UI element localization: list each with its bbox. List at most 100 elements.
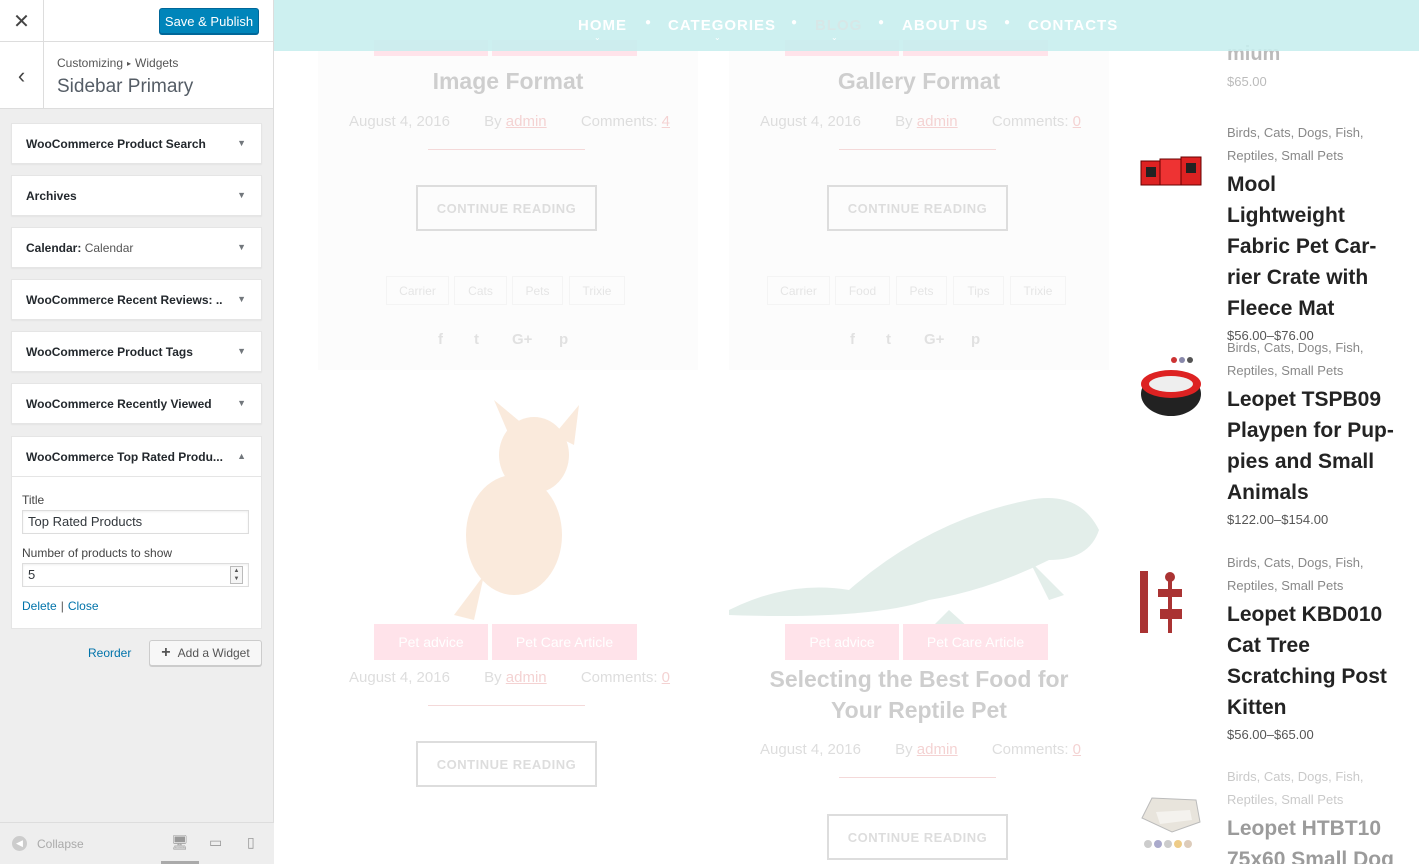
expand-arrow-icon[interactable]: ▼: [237, 294, 246, 304]
product-name[interactable]: Mool Lightweight Fabric Pet Car-rier Crat…: [1227, 169, 1397, 324]
post-date[interactable]: August 4, 2016: [349, 113, 450, 130]
section-header: ‹ Customizing ▸ Widgets Sidebar Primary: [0, 42, 273, 109]
expand-arrow-icon[interactable]: ▼: [237, 138, 246, 148]
continue-reading-button[interactable]: CONTINUE READING: [827, 185, 1008, 231]
twitter-icon[interactable]: t: [474, 331, 479, 348]
product-name-line: Cat Tree: [1227, 634, 1310, 657]
delete-link[interactable]: Delete: [22, 599, 57, 613]
continue-reading-button[interactable]: CONTINUE READING: [416, 185, 597, 231]
post-tag[interactable]: Food: [835, 276, 890, 305]
category-tag[interactable]: Pet Care Article: [903, 624, 1048, 660]
product-categories[interactable]: Birds, Cats, Dogs, Fish, Reptiles, Small …: [1227, 765, 1397, 811]
post-title[interactable]: Image Format: [318, 68, 698, 95]
post-tag[interactable]: Trixie: [1010, 276, 1066, 305]
expand-arrow-icon[interactable]: ▼: [237, 398, 246, 408]
post-tag[interactable]: Pets: [512, 276, 563, 305]
playpen-image[interactable]: [1138, 354, 1204, 420]
iguana-image[interactable]: [729, 460, 1109, 630]
post-author[interactable]: admin: [917, 113, 958, 130]
post-tag[interactable]: Cats: [454, 276, 507, 305]
post-date[interactable]: August 4, 2016: [760, 113, 861, 130]
dog-bed-image[interactable]: [1138, 788, 1204, 854]
widget-label: WooCommerce Product Search: [26, 136, 206, 151]
product-name[interactable]: Leopet KBD010 Cat Tree Scratching Post Kitt…: [1227, 599, 1397, 723]
product-name-line: rier Crate with: [1227, 266, 1369, 289]
desktop-preview-icon[interactable]: 🖥: [171, 834, 189, 851]
category-tag[interactable]: Pet Care Article: [492, 624, 637, 660]
count-input[interactable]: 5 ▲ ▼: [22, 563, 249, 587]
post-title-line1[interactable]: Selecting the Best Food for: [729, 666, 1109, 693]
cat-tree-image[interactable]: [1138, 569, 1204, 635]
widget-product-tags[interactable]: WooCommerce Product Tags ▼: [11, 331, 262, 372]
close-link[interactable]: Close: [68, 599, 99, 613]
post-meta: August 4, 2016 By admin Comments: 0: [760, 113, 1081, 130]
post-tag[interactable]: Carrier: [767, 276, 830, 305]
widget-recently-viewed[interactable]: WooCommerce Recently Viewed ▼: [11, 383, 262, 424]
pinterest-icon[interactable]: p: [559, 331, 568, 348]
post-comments-count[interactable]: 4: [662, 113, 670, 130]
post-comments-count[interactable]: 0: [1073, 741, 1081, 758]
widget-label-main: Calendar:: [26, 240, 82, 255]
widget-header[interactable]: WooCommerce Top Rated Produ... ▲: [12, 437, 261, 477]
save-publish-button[interactable]: Save & Publish: [159, 8, 259, 34]
number-spinner-icon[interactable]: ▲ ▼: [230, 566, 243, 584]
twitter-icon[interactable]: t: [886, 331, 891, 348]
post-tag[interactable]: Trixie: [569, 276, 625, 305]
nav-blog[interactable]: BLOG: [815, 17, 862, 34]
product-categories[interactable]: Birds, Cats, Dogs, Fish, Reptiles, Small …: [1227, 551, 1397, 597]
post-author[interactable]: admin: [917, 741, 958, 758]
pet-carrier-image[interactable]: [1138, 141, 1204, 207]
close-icon[interactable]: ✕: [0, 0, 44, 42]
category-tag[interactable]: Pet advice: [785, 624, 899, 660]
post-tag[interactable]: Carrier: [386, 276, 449, 305]
widget-calendar[interactable]: Calendar: Calendar ▼: [11, 227, 262, 268]
post-comments-count[interactable]: 0: [1073, 113, 1081, 130]
nav-categories[interactable]: CATEGORIES: [668, 17, 776, 34]
continue-reading-button[interactable]: CONTINUE READING: [827, 814, 1008, 860]
product-categories[interactable]: Birds, Cats, Dogs, Fish, Reptiles, Small …: [1227, 336, 1397, 382]
collapse-button[interactable]: ◀ Collapse: [12, 836, 84, 851]
title-input[interactable]: Top Rated Products: [22, 510, 249, 534]
kitten-image[interactable]: [414, 395, 614, 625]
post-tag[interactable]: Tips: [953, 276, 1004, 305]
collapse-label: Collapse: [37, 836, 84, 851]
tablet-preview-icon[interactable]: ▭: [209, 834, 222, 851]
post-by: By: [895, 741, 913, 758]
product-name[interactable]: Leopet HTBT10 75x60 Small Dog: [1227, 813, 1397, 864]
collapse-arrow-icon[interactable]: ▲: [237, 451, 246, 461]
post-title[interactable]: Gallery Format: [729, 68, 1109, 95]
facebook-icon[interactable]: f: [438, 331, 443, 348]
category-tag[interactable]: Pet advice: [374, 624, 488, 660]
widget-recent-reviews[interactable]: WooCommerce Recent Reviews: ... ▼: [11, 279, 262, 320]
post-date[interactable]: August 4, 2016: [760, 741, 861, 758]
mobile-preview-icon[interactable]: ▯: [247, 834, 255, 851]
expand-arrow-icon[interactable]: ▼: [237, 242, 246, 252]
facebook-icon[interactable]: f: [850, 331, 855, 348]
post-date[interactable]: August 4, 2016: [349, 669, 450, 686]
post-author[interactable]: admin: [506, 113, 547, 130]
post-comments-count[interactable]: 0: [662, 669, 670, 686]
widget-label-sub: Calendar: [81, 240, 134, 255]
add-widget-button[interactable]: + Add a Widget: [149, 640, 262, 666]
post-tag[interactable]: Pets: [896, 276, 947, 305]
google-plus-icon[interactable]: G+: [924, 331, 944, 348]
product-name[interactable]: Leopet TSPB09 Playpen for Pup-pies and Sm…: [1227, 384, 1397, 508]
nav-about-us[interactable]: ABOUT US: [902, 17, 988, 34]
widget-archives[interactable]: Archives ▼: [11, 175, 262, 216]
google-plus-icon[interactable]: G+: [512, 331, 532, 348]
post-title-line2[interactable]: Your Reptile Pet: [729, 697, 1109, 724]
continue-reading-button[interactable]: CONTINUE READING: [416, 741, 597, 787]
reorder-link[interactable]: Reorder: [88, 646, 131, 660]
expand-arrow-icon[interactable]: ▼: [237, 346, 246, 356]
post-author[interactable]: admin: [506, 669, 547, 686]
pinterest-icon[interactable]: p: [971, 331, 980, 348]
expand-arrow-icon[interactable]: ▼: [237, 190, 246, 200]
nav-contacts[interactable]: CONTACTS: [1028, 17, 1118, 34]
widget-area-actions: Reorder + Add a Widget: [11, 640, 262, 666]
widget-product-search[interactable]: WooCommerce Product Search ▼: [11, 123, 262, 164]
count-value: 5: [28, 567, 36, 582]
product-categories[interactable]: Birds, Cats, Dogs, Fish, Reptiles, Small …: [1227, 121, 1397, 167]
product-name-line: Leopet TSPB09: [1227, 388, 1382, 411]
nav-home[interactable]: HOME: [578, 17, 627, 34]
back-arrow-icon[interactable]: ‹: [0, 42, 44, 109]
